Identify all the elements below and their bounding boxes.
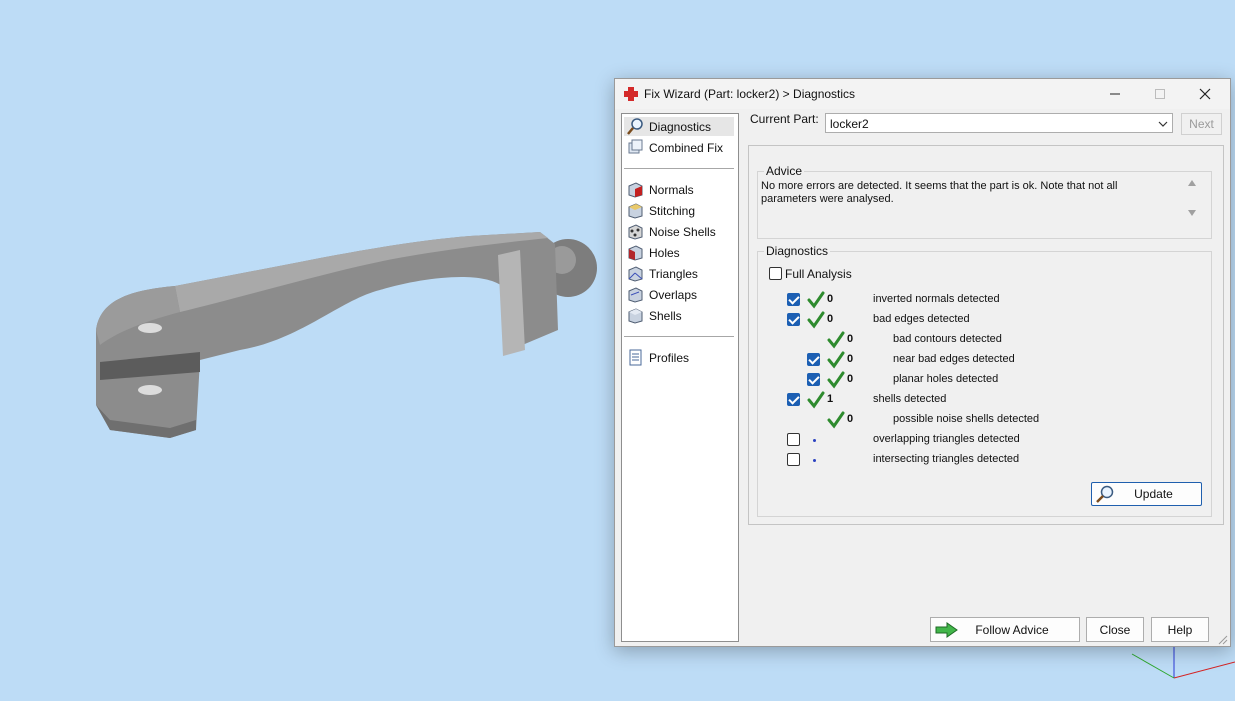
sidebar-item-overlaps[interactable]: Overlaps [624, 285, 734, 304]
diagnostic-label: bad edges detected [873, 313, 970, 325]
pending-dot-icon [813, 439, 816, 442]
diagnostic-label: possible noise shells detected [893, 413, 1040, 425]
diagnostic-count: 0 [847, 373, 854, 385]
update-button[interactable]: Update [1091, 482, 1202, 506]
normals-cube-icon [627, 181, 644, 198]
chevron-down-icon [1158, 118, 1168, 132]
current-part-select[interactable]: locker2 [825, 113, 1173, 133]
medical-cross-icon [623, 86, 639, 105]
diagnostic-count: 0 [847, 333, 854, 345]
sidebar-item-triangles[interactable]: Triangles [624, 264, 734, 283]
diagnostic-count: 0 [827, 293, 834, 305]
part-model-3d [96, 232, 597, 438]
close-button[interactable]: Close [1086, 617, 1144, 642]
sidebar-divider [624, 336, 734, 337]
shells-cube-icon [627, 307, 644, 324]
green-check-icon [827, 351, 845, 369]
maximize-icon [1154, 89, 1165, 99]
sidebar-item-stitching[interactable]: Stitching [624, 201, 734, 220]
help-button[interactable]: Help [1151, 617, 1209, 642]
resize-grip-icon[interactable] [1218, 634, 1228, 648]
diagnostic-checkbox[interactable] [787, 313, 800, 326]
minimize-button[interactable] [1092, 79, 1137, 109]
diagnostic-row: 1 shells detected [749, 391, 1219, 409]
diagnostic-count: 0 [847, 353, 854, 365]
full-analysis-label: Full Analysis [785, 267, 852, 281]
diagnostic-label: intersecting triangles detected [873, 453, 1020, 465]
diagnostic-checkbox[interactable] [807, 373, 820, 386]
magnifier-icon [627, 118, 644, 135]
diagnostic-checkbox[interactable] [807, 353, 820, 366]
green-check-icon [807, 311, 825, 329]
scroll-up-icon[interactable] [1187, 176, 1197, 190]
diagnostic-row: 0 bad contours detected [749, 331, 1219, 349]
sidebar-item-combined-fix[interactable]: Combined Fix [624, 138, 734, 157]
diagnostic-count: 1 [827, 393, 834, 405]
green-arrow-right-icon [935, 622, 959, 641]
overlaps-cube-icon [627, 286, 644, 303]
minimize-icon [1109, 93, 1120, 95]
green-check-icon [807, 391, 825, 409]
axis-triad [1131, 640, 1235, 679]
sidebar-item-holes[interactable]: Holes [624, 243, 734, 262]
diagnostic-row: 0 bad edges detected [749, 311, 1219, 329]
sidebar-item-shells[interactable]: Shells [624, 306, 734, 325]
green-check-icon [827, 331, 845, 349]
diagnostic-row: 0 planar holes detected [749, 371, 1219, 389]
green-check-icon [807, 291, 825, 309]
green-check-icon [827, 411, 845, 429]
follow-advice-button[interactable]: Follow Advice [930, 617, 1080, 642]
diagnostic-label: overlapping triangles detected [873, 433, 1020, 445]
current-part-value: locker2 [830, 117, 869, 131]
combined-fix-icon [627, 139, 644, 156]
advice-text: No more errors are detected. It seems th… [761, 180, 1118, 205]
sidebar-item-normals[interactable]: Normals [624, 180, 734, 199]
diagnostic-row: 0 near bad edges detected [749, 351, 1219, 369]
sidebar-item-noise-shells[interactable]: Noise Shells [624, 222, 734, 241]
diagnostic-checkbox[interactable] [787, 393, 800, 406]
next-button[interactable]: Next [1181, 113, 1222, 135]
triangles-cube-icon [627, 265, 644, 282]
diagnostic-label: shells detected [873, 393, 947, 405]
stitching-cube-icon [627, 202, 644, 219]
diagnostic-checkbox[interactable] [787, 453, 800, 466]
main-panel: Advice No more errors are detected. It s… [748, 145, 1224, 525]
advice-title: Advice [764, 164, 805, 178]
diagnostic-row: overlapping triangles detected [749, 431, 1219, 449]
advice-scrollbar[interactable] [1184, 172, 1200, 218]
title-bar[interactable]: Fix Wizard (Part: locker2) > Diagnostics [615, 79, 1230, 109]
diagnostic-label: inverted normals detected [873, 293, 1000, 305]
diagnostic-label: planar holes detected [893, 373, 999, 385]
sidebar-item-diagnostics[interactable]: Diagnostics [624, 117, 734, 136]
pending-dot-icon [813, 459, 816, 462]
diagnostic-row: 0 possible noise shells detected [749, 411, 1219, 429]
diagnostics-title: Diagnostics [764, 244, 831, 258]
wizard-sidebar: Diagnostics Combined Fix Normals Stitchi… [621, 113, 739, 642]
diagnostic-row: intersecting triangles detected [749, 451, 1219, 469]
current-part-label: Current Part: [750, 112, 819, 126]
close-icon [1199, 88, 1210, 100]
holes-cube-icon [627, 244, 644, 261]
diagnostic-label: bad contours detected [893, 333, 1002, 345]
diagnostic-count: 0 [827, 313, 834, 325]
noise-shells-icon [627, 223, 644, 240]
profiles-document-icon [627, 349, 644, 366]
fix-wizard-dialog: Fix Wizard (Part: locker2) > Diagnostics… [614, 78, 1231, 647]
scroll-down-icon[interactable] [1187, 206, 1197, 220]
diagnostic-count: 0 [847, 413, 854, 425]
diagnostic-row: 0 inverted normals detected [749, 291, 1219, 309]
sidebar-item-profiles[interactable]: Profiles [624, 348, 734, 367]
magnifier-icon [1095, 485, 1115, 506]
green-check-icon [827, 371, 845, 389]
maximize-button[interactable] [1137, 79, 1182, 109]
diagnostic-checkbox[interactable] [787, 433, 800, 446]
diagnostic-label: near bad edges detected [893, 353, 1015, 365]
diagnostic-checkbox[interactable] [787, 293, 800, 306]
sidebar-divider [624, 168, 734, 169]
close-window-button[interactable] [1182, 79, 1227, 109]
full-analysis-checkbox[interactable] [769, 267, 782, 280]
dialog-title: Fix Wizard (Part: locker2) > Diagnostics [644, 87, 856, 101]
